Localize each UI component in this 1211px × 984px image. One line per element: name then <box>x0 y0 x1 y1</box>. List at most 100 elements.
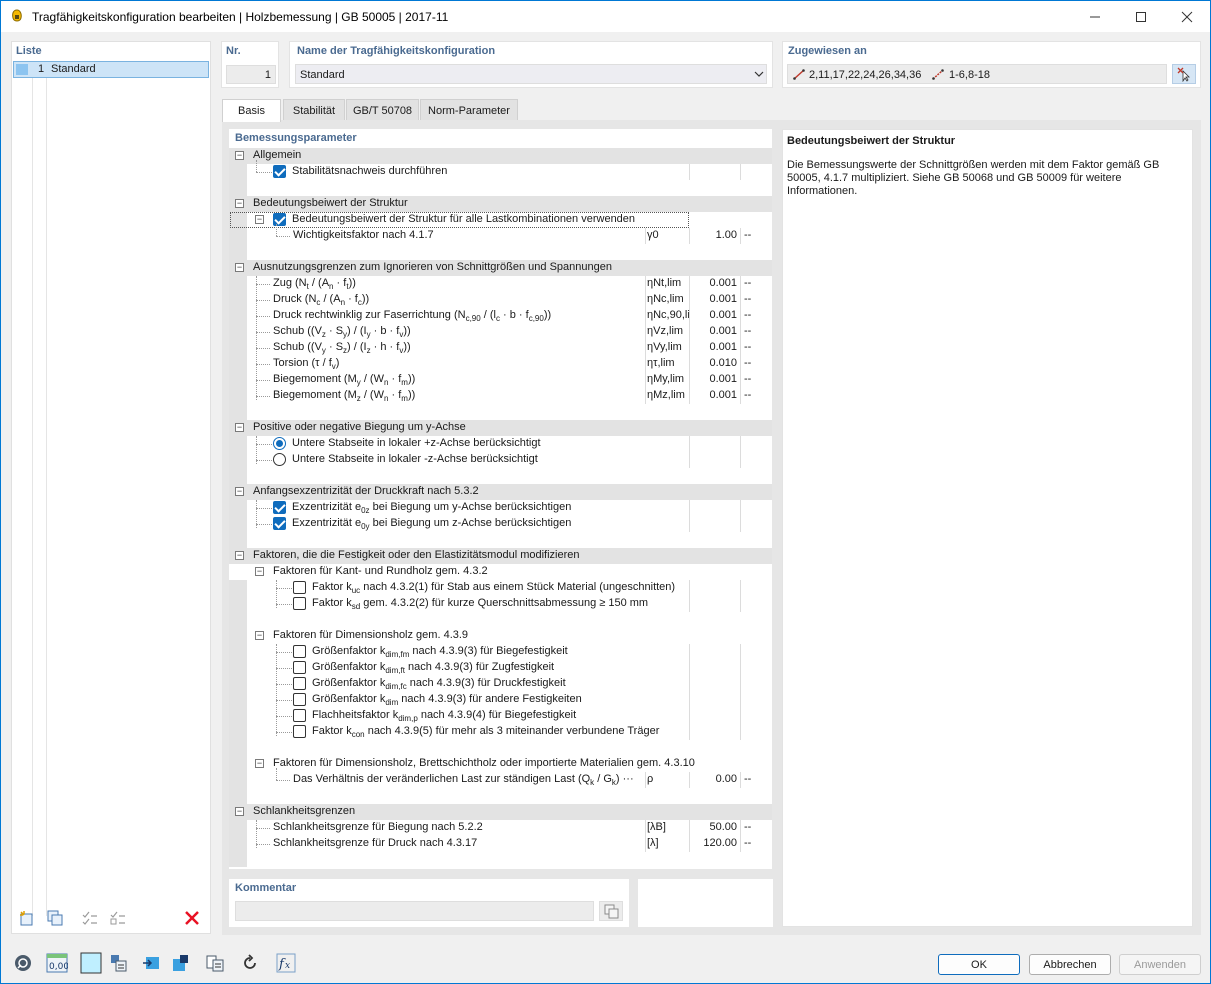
library-button[interactable] <box>203 952 227 974</box>
limit-bending-y-value[interactable]: 0.001 <box>691 373 737 385</box>
factor-kdim-checkbox[interactable] <box>293 693 306 706</box>
limit-shear-z-value[interactable]: 0.001 <box>691 325 737 337</box>
limit-bending-z-value[interactable]: 0.001 <box>691 389 737 401</box>
eccentricity-y-checkbox[interactable] <box>273 501 286 514</box>
design-parameters-panel: Bemessungsparameter − Allgemein Stabilit… <box>229 129 772 869</box>
factor-kdim-fc-checkbox[interactable] <box>293 677 306 690</box>
list-item-name: Standard <box>51 63 96 75</box>
new-item-button[interactable] <box>17 908 37 928</box>
assigned-box: Zugewiesen an 2,11,17,22,24,26,34,36 1-6… <box>782 41 1201 88</box>
limit-shear-y-symbol: ηVy,lim <box>647 341 682 353</box>
limit-shear-y-value[interactable]: 0.001 <box>691 341 737 353</box>
import-button[interactable] <box>140 952 164 974</box>
ok-button[interactable]: OK <box>938 954 1020 975</box>
limit-bending-z-symbol: ηMz,lim <box>647 389 685 401</box>
row-importance-factor: Wichtigkeitsfaktor nach 4.1.7 γ0 1.00 -- <box>229 224 772 244</box>
comment-input[interactable] <box>235 901 594 921</box>
row-limit-shear-y: Schub ((Vy · Sz) / (Iz · h · fv)) ηVy,li… <box>229 340 772 356</box>
collapse-icon[interactable]: − <box>255 631 264 640</box>
importance-factor-value[interactable]: 1.00 <box>691 229 737 241</box>
select-members-button[interactable] <box>1172 64 1196 84</box>
collapse-icon[interactable]: − <box>255 215 264 224</box>
units-button[interactable]: 0,00 <box>45 952 69 974</box>
list-item-standard[interactable]: 1 Standard <box>13 61 209 78</box>
tab-gbt-50708[interactable]: GB/T 50708 <box>346 99 419 120</box>
limit-compression-value[interactable]: 0.001 <box>691 293 737 305</box>
subgroup-sawn-round-timber[interactable]: − Faktoren für Kant- und Rundholz gem. 4… <box>229 564 772 580</box>
check-all-button[interactable] <box>80 908 100 928</box>
color-button[interactable] <box>79 952 103 974</box>
comment-library-button[interactable] <box>599 901 623 921</box>
subgroup-title: Faktoren für Dimensionsholz, Brettschich… <box>273 757 695 769</box>
number-field: 1 <box>226 65 276 84</box>
group-importance-factor[interactable]: − Bedeutungsbeiwert der Struktur <box>229 196 772 212</box>
load-ratio-value[interactable]: 0.00 <box>691 773 737 785</box>
row-factor-kcon: Faktor kcon nach 4.3.9(5) für mehr als 3… <box>229 724 772 740</box>
name-dropdown[interactable]: Standard <box>295 64 767 84</box>
collapse-icon[interactable]: − <box>255 759 264 768</box>
tab-norm-parameter[interactable]: Norm-Parameter <box>420 99 518 120</box>
collapse-icon[interactable]: − <box>235 199 244 208</box>
limit-compression-unit: -- <box>744 293 752 305</box>
eccentricity-z-checkbox[interactable] <box>273 517 286 530</box>
row-slenderness-compression: Schlankheitsgrenze für Druck nach 4.3.17… <box>229 836 772 852</box>
limit-torsion-value[interactable]: 0.010 <box>691 357 737 369</box>
factor-kcon-checkbox[interactable] <box>293 725 306 738</box>
assigned-members: 2,11,17,22,24,26,34,36 <box>809 69 922 81</box>
limit-shear-y-label: Schub ((Vy · Sz) / (Iz · h · fv)) <box>273 341 411 356</box>
uncheck-all-button[interactable] <box>108 908 128 928</box>
color-swatch <box>16 64 28 75</box>
stability-check-checkbox[interactable] <box>273 165 286 178</box>
subgroup-imported-materials[interactable]: − Faktoren für Dimensionsholz, Brettschi… <box>229 756 772 772</box>
help-button[interactable] <box>11 952 35 974</box>
collapse-icon[interactable]: − <box>235 551 244 560</box>
maximize-button[interactable] <box>1118 1 1164 32</box>
collapse-icon[interactable]: − <box>235 487 244 496</box>
group-utilization-limits[interactable]: − Ausnutzungsgrenzen zum Ignorieren von … <box>229 260 772 276</box>
reset-button[interactable] <box>238 952 262 974</box>
collapse-icon[interactable]: − <box>235 807 244 816</box>
bending-plus-z-radio[interactable] <box>273 437 286 450</box>
limit-shear-z-symbol: ηVz,lim <box>647 325 684 337</box>
close-button[interactable] <box>1164 1 1210 32</box>
row-limit-shear-z: Schub ((Vz · Sy) / (Iy · b · fv)) ηVz,li… <box>229 324 772 340</box>
assigned-field[interactable]: 2,11,17,22,24,26,34,36 1-6,8-18 <box>787 64 1167 84</box>
group-initial-eccentricity[interactable]: − Anfangsexzentrizität der Druckkraft na… <box>229 484 772 500</box>
collapse-icon[interactable]: − <box>235 423 244 432</box>
slenderness-bending-value[interactable]: 50.00 <box>691 821 737 833</box>
minimize-button[interactable] <box>1072 1 1118 32</box>
factor-kdim-fm-checkbox[interactable] <box>293 645 306 658</box>
factor-ksd-label: Faktor ksd gem. 4.3.2(2) für kurze Quers… <box>312 597 649 612</box>
collapse-icon[interactable]: − <box>255 567 264 576</box>
cancel-button[interactable]: Abbrechen <box>1029 954 1111 975</box>
factor-kuc-checkbox[interactable] <box>293 581 306 594</box>
limit-torsion-unit: -- <box>744 357 752 369</box>
formula-button[interactable]: fx <box>274 952 298 974</box>
factor-ksd-checkbox[interactable] <box>293 597 306 610</box>
slenderness-compression-value[interactable]: 120.00 <box>691 837 737 849</box>
reset-icon <box>244 954 256 969</box>
factor-kdim-ft-checkbox[interactable] <box>293 661 306 674</box>
factor-kdim-p-checkbox[interactable] <box>293 709 306 722</box>
limit-tension-value[interactable]: 0.001 <box>691 277 737 289</box>
group-modification-factors[interactable]: − Faktoren, die die Festigkeit oder den … <box>229 548 772 564</box>
export-button[interactable] <box>168 952 192 974</box>
copy-item-button[interactable] <box>45 908 65 928</box>
limit-compression-perp-value[interactable]: 0.001 <box>691 309 737 321</box>
importance-factor-all-checkbox[interactable] <box>273 213 286 226</box>
apply-button[interactable]: Anwenden <box>1119 954 1201 975</box>
subgroup-dimension-lumber[interactable]: − Faktoren für Dimensionsholz gem. 4.3.9 <box>229 628 772 644</box>
group-allgemein[interactable]: − Allgemein <box>229 148 772 164</box>
limit-bending-z-unit: -- <box>744 389 752 401</box>
bending-minus-z-radio[interactable] <box>273 453 286 466</box>
limit-shear-z-label: Schub ((Vz · Sy) / (Iy · b · fv)) <box>273 325 411 340</box>
slenderness-compression-symbol: [λ] <box>647 837 659 849</box>
info-table-button[interactable] <box>106 952 130 974</box>
group-slenderness-limits[interactable]: − Schlankheitsgrenzen <box>229 804 772 820</box>
tab-stabilitaet[interactable]: Stabilität <box>283 99 345 120</box>
tab-basis[interactable]: Basis <box>222 99 281 122</box>
collapse-icon[interactable]: − <box>235 151 244 160</box>
delete-item-button[interactable] <box>182 908 202 928</box>
group-bending-direction[interactable]: − Positive oder negative Biegung um y-Ac… <box>229 420 772 436</box>
collapse-icon[interactable]: − <box>235 263 244 272</box>
